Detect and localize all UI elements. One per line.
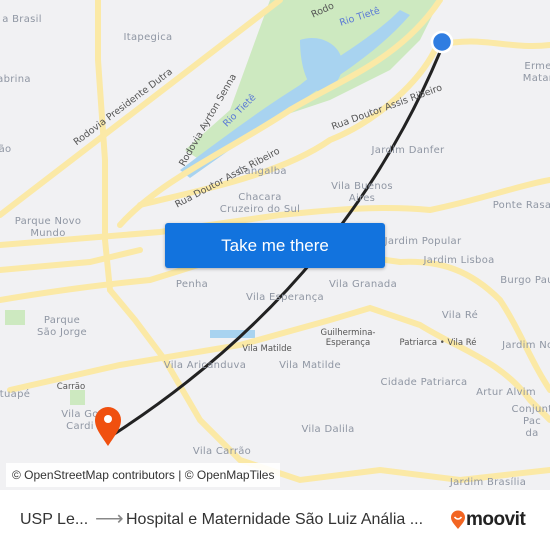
- place-label: Vila Esperança: [246, 292, 324, 303]
- water-area: [210, 330, 255, 338]
- brand-name: moovit: [466, 509, 526, 530]
- place-label: Vila Carrão: [192, 446, 252, 457]
- place-label: tuapé: [0, 389, 31, 400]
- green-area: [70, 390, 85, 405]
- moovit-logo: moovit: [450, 509, 526, 531]
- place-label: Vila Granada: [328, 279, 398, 290]
- place-label: Ponte Rasa: [492, 200, 550, 211]
- place-label: Vila Dalila: [301, 424, 355, 435]
- place-label: Jardim Brasília: [449, 477, 527, 488]
- map-attribution[interactable]: © OpenStreetMap contributors | © OpenMap…: [6, 463, 281, 487]
- station-label: Carrão: [56, 382, 86, 392]
- place-label: Vila Aricanduva: [163, 360, 247, 371]
- place-label: abrina: [0, 74, 31, 85]
- place-label: Jardim Lisboa: [423, 255, 495, 266]
- station-label: Guilhermina- Esperança: [320, 328, 376, 348]
- station-label: Patriarca • Vila Ré: [399, 338, 477, 348]
- place-label: Vila Matilde: [279, 360, 341, 371]
- place-label: Cidade Patriarca: [380, 377, 468, 388]
- arrow-right-icon: ⟶: [95, 508, 124, 530]
- place-label: Itapegica: [123, 32, 173, 43]
- place-label: Vila Go Cardi: [61, 409, 99, 432]
- place-label: Jardim Danfer: [371, 145, 445, 156]
- place-label: Burgo Pau: [500, 275, 550, 286]
- place-label: Jardim Popular: [384, 236, 462, 247]
- green-area: [5, 310, 25, 325]
- place-label: Conjunt Pac da: [511, 404, 550, 439]
- place-label: Vila Ré: [441, 310, 479, 321]
- place-label: Jardim Nor: [502, 340, 550, 351]
- place-label: ão: [0, 144, 12, 155]
- origin-name: USP Le...: [20, 511, 89, 528]
- place-label: Chacara Cruzeiro do Sul: [219, 192, 301, 215]
- place-label: Parque São Jorge: [37, 315, 87, 338]
- take-me-there-button[interactable]: Take me there: [165, 223, 385, 268]
- route-footer: USP Le... ⟶ Hospital e Maternidade São L…: [0, 490, 550, 550]
- place-label: Erme Matar: [522, 61, 550, 84]
- destination-name: Hospital e Maternidade São Luiz Anália .…: [126, 511, 424, 528]
- map[interactable]: a Brasil Itapegica abrina ão Parque Novo…: [0, 0, 550, 490]
- moovit-pin-icon: [451, 510, 465, 529]
- place-label: Parque Novo Mundo: [14, 216, 82, 239]
- place-label: a Brasil: [2, 14, 42, 25]
- place-label: Penha: [175, 279, 209, 290]
- place-label: Vila Buenos Aires: [331, 181, 393, 204]
- place-label: Artur Alvim: [476, 387, 536, 398]
- station-label: Vila Matilde: [242, 344, 292, 354]
